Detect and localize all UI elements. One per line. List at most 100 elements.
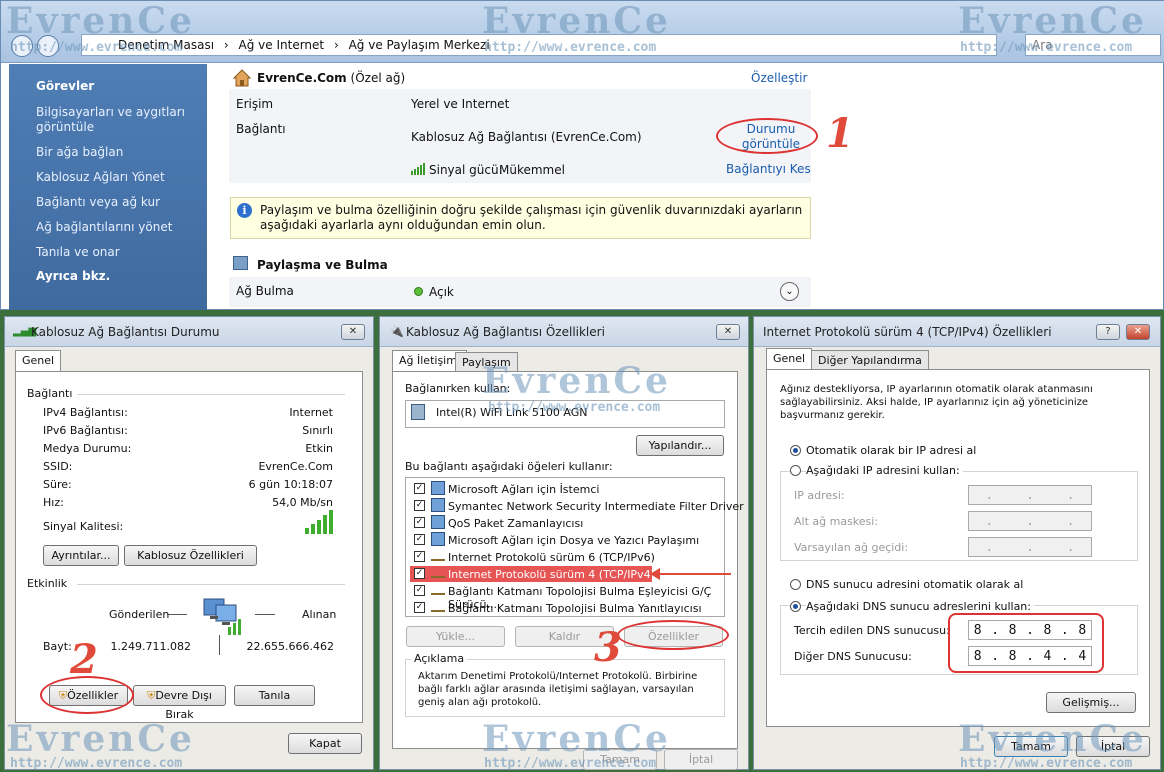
- signal-value: Mükemmel: [499, 163, 565, 177]
- speed-value: 54,0 Mb/sn: [272, 496, 333, 509]
- disconnect-link[interactable]: Bağlantıyı Kes: [726, 162, 811, 176]
- expand-chevron-icon[interactable]: ⌄: [780, 282, 799, 301]
- divider: [77, 394, 345, 395]
- ssid-label: SSID:: [43, 460, 73, 473]
- signal-bars-icon: [411, 163, 427, 175]
- sidebar-item-diagnose[interactable]: Tanıla ve onar: [36, 245, 120, 259]
- close-button[interactable]: ✕: [716, 324, 740, 340]
- watermark-logo: EvrenCe: [6, 0, 195, 42]
- item-checkbox[interactable]: ✓: [414, 551, 425, 562]
- item-checkbox[interactable]: ✓: [414, 534, 425, 545]
- item-checkbox[interactable]: ✓: [414, 602, 425, 613]
- network-type: (Özel ağ): [350, 71, 406, 85]
- properties-dialog-title: Kablosuz Ağ Bağlantısı Özellikleri: [406, 325, 605, 339]
- info-text: Paylaşım ve bulma özelliğinin doğru şeki…: [260, 203, 803, 232]
- manual-ip-radio[interactable]: [790, 465, 801, 476]
- sent-label: Gönderilen: [109, 608, 170, 621]
- diagnose-button[interactable]: Tanıla: [234, 685, 315, 706]
- ip-address-input[interactable]: ...: [968, 485, 1092, 505]
- divider: [255, 614, 275, 615]
- computers-icon: [200, 595, 242, 637]
- close-button[interactable]: ✕: [341, 324, 365, 340]
- cancel-button[interactable]: İptal: [664, 749, 738, 770]
- item-checkbox[interactable]: ✓: [414, 585, 425, 596]
- wireless-properties-button[interactable]: Kablosuz Özellikleri: [124, 545, 257, 566]
- watermark-logo: EvrenCe: [482, 360, 671, 402]
- list-item-ipv4[interactable]: Internet Protokolü sürüm 4 (TCP/IPv4): [448, 568, 655, 581]
- item-checkbox[interactable]: ✓: [414, 568, 425, 579]
- manual-dns-label[interactable]: Aşağıdaki DNS sunucu adreslerini kullan:: [806, 600, 1034, 613]
- watermark-url: http://www.evrence.com: [10, 40, 183, 55]
- ipv6-value: Sınırlı: [302, 424, 333, 437]
- ipv4-dialog-title: Internet Protokolü sürüm 4 (TCP/IPv4) Öz…: [763, 325, 1052, 339]
- bytes-label: Bayt:: [43, 640, 72, 653]
- breadcrumb-item-network-internet[interactable]: Ağ ve Internet: [239, 38, 325, 52]
- view-status-highlight-ring: [716, 118, 818, 154]
- manual-ip-label[interactable]: Aşağıdaki IP adresini kullan:: [806, 464, 963, 477]
- auto-dns-radio[interactable]: [790, 579, 801, 590]
- help-button[interactable]: ?: [1096, 324, 1120, 340]
- customize-link[interactable]: Özelleştir: [751, 71, 807, 85]
- close-button[interactable]: ✕: [1126, 324, 1150, 340]
- adapter-icon: [411, 404, 425, 420]
- item-checkbox[interactable]: ✓: [414, 500, 425, 511]
- sidebar-heading: Görevler: [36, 79, 95, 93]
- status-on-icon: [414, 287, 423, 296]
- list-item[interactable]: Bağlantı Katmanı Topolojisi Bulma Yanıtl…: [448, 602, 702, 615]
- status-dialog-titlebar: ▂▄▆ Kablosuz Ağ Bağlantısı Durumu ✕: [5, 317, 373, 347]
- tab-alternate-config[interactable]: Diğer Yapılandırma: [811, 350, 929, 370]
- list-item[interactable]: Symantec Network Security Intermediate F…: [448, 500, 744, 513]
- media-value: Etkin: [305, 442, 333, 455]
- subnet-label: Alt ağ maskesi:: [794, 515, 879, 528]
- network-name: EvrenCe.Com: [257, 71, 347, 85]
- tab-general[interactable]: Genel: [15, 350, 62, 372]
- activity-group-label: Etkinlik: [27, 577, 68, 590]
- watermark-logo: EvrenCe: [482, 718, 671, 760]
- item-checkbox[interactable]: ✓: [414, 483, 425, 494]
- watermark-url: http://www.evrence.com: [484, 40, 657, 55]
- discovery-value: Açık: [429, 285, 454, 299]
- list-item[interactable]: QoS Paket Zamanlayıcısı: [448, 517, 583, 530]
- list-item[interactable]: Internet Protokolü sürüm 6 (TCP/IPv6): [448, 551, 655, 564]
- sidebar-item-setup[interactable]: Bağlantı veya ağ kur: [36, 195, 160, 209]
- auto-ip-label[interactable]: Otomatik olarak bir IP adresi al: [806, 444, 976, 457]
- ipv4-dialog-titlebar: Internet Protokolü sürüm 4 (TCP/IPv4) Öz…: [754, 317, 1160, 347]
- breadcrumb-item-network-center[interactable]: Ağ ve Paylaşım Merkezi: [349, 38, 490, 52]
- disable-button[interactable]: ⛨Devre Dışı Bırak: [133, 685, 226, 721]
- sidebar-item-connect[interactable]: Bir ağa bağlan: [36, 145, 123, 159]
- sidebar-item-manage-wireless[interactable]: Kablosuz Ağları Yönet: [36, 170, 165, 184]
- details-button[interactable]: Ayrıntılar...: [43, 545, 119, 566]
- client-icon: [431, 481, 445, 495]
- list-item[interactable]: Microsoft Ağları için İstemci: [448, 483, 599, 496]
- description-group-label: Açıklama: [411, 652, 468, 665]
- discovery-panel: [229, 277, 811, 307]
- install-button[interactable]: Yükle...: [406, 626, 505, 647]
- signal-label: Sinyal gücü:: [429, 163, 503, 177]
- arrow-head: [650, 568, 660, 580]
- item-checkbox[interactable]: ✓: [414, 517, 425, 528]
- advanced-button[interactable]: Gelişmiş...: [1046, 692, 1136, 713]
- tab-general[interactable]: Genel: [766, 348, 813, 370]
- subnet-input[interactable]: ...: [968, 511, 1092, 531]
- dns-highlight-ring: [948, 613, 1104, 673]
- auto-dns-label[interactable]: DNS sunucu adresini otomatik olarak al: [806, 578, 1023, 591]
- sidebar-item-view-computers[interactable]: Bilgisayarları ve aygıtları görüntüle: [36, 105, 186, 135]
- close-dialog-button[interactable]: Kapat: [288, 733, 362, 754]
- manual-dns-radio[interactable]: [790, 601, 801, 612]
- protocol-icon: [431, 570, 445, 578]
- connection-group-label: Bağlantı: [27, 387, 73, 400]
- file-sharing-icon: [431, 532, 445, 546]
- duration-value: 6 gün 10:18:07: [248, 478, 333, 491]
- auto-ip-radio[interactable]: [790, 445, 801, 456]
- gateway-label: Varsayılan ağ geçidi:: [794, 541, 909, 554]
- signal-quality-label: Sinyal Kalitesi:: [43, 520, 124, 533]
- access-label: Erişim: [236, 97, 274, 111]
- gateway-input[interactable]: ...: [968, 537, 1092, 557]
- configure-button[interactable]: Yapılandır...: [636, 435, 724, 456]
- sidebar-item-manage-connections[interactable]: Ağ bağlantılarını yönet: [36, 220, 172, 234]
- sidebar-see-also: Ayrıca bkz.: [36, 269, 111, 283]
- alternate-dns-label: Diğer DNS Sunucusu:: [794, 650, 912, 663]
- network-title: EvrenCe.Com (Özel ağ): [257, 71, 405, 85]
- watermark-logo: EvrenCe: [958, 718, 1147, 760]
- list-item[interactable]: Microsoft Ağları için Dosya ve Yazıcı Pa…: [448, 534, 699, 547]
